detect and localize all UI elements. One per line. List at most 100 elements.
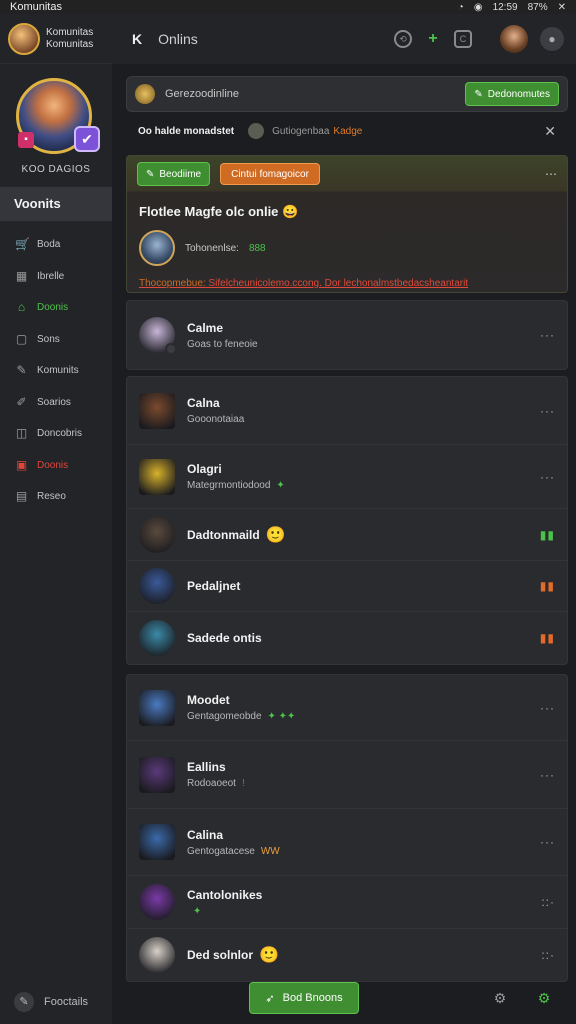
list-item[interactable]: Dadtonmaild 🙂 ▮▮: [127, 509, 567, 561]
more-icon[interactable]: ···: [540, 404, 555, 418]
member-status: Gentogatacese: [187, 845, 255, 857]
more-icon[interactable]: ···: [540, 701, 555, 715]
sidebar-item-label: Boda: [37, 239, 61, 251]
avatar: [139, 620, 175, 656]
top-header: K Onlins ⟲ + C ●: [112, 14, 576, 64]
member-group: Calme Goas to feneoie ···: [126, 300, 568, 370]
list-item[interactable]: Calina Gentogatacese WW ···: [127, 809, 567, 876]
sidebar-item-boda[interactable]: 🛒 Boda: [0, 229, 112, 261]
sidebar-item-soarios[interactable]: ✐ Soarios: [0, 387, 112, 419]
member-name: Calme: [187, 320, 224, 335]
member-name: Eallins: [187, 760, 226, 774]
more-icon[interactable]: ▮▮: [540, 631, 555, 645]
highlight-user-row[interactable]: Tohonenlse: 888: [127, 220, 567, 266]
search-input[interactable]: Gerezoodinline: [165, 88, 465, 100]
list-item[interactable]: Moodet Gentagomeobde ✦ ✦✦ ···: [127, 675, 567, 741]
more-icon[interactable]: ::·: [541, 895, 555, 909]
action-button[interactable]: Cintui fomagoicor: [220, 163, 320, 185]
highlight-link[interactable]: Thocopmebue: Sifelcheunicolemo.ccong. Do…: [127, 266, 567, 289]
avatar: [139, 230, 175, 266]
notice-handle[interactable]: Gutiogenbaa: [272, 126, 329, 137]
page-title: Onlins: [158, 31, 198, 47]
sidebar-item-label: Reseo: [37, 491, 66, 503]
settings-icon[interactable]: ⚙: [536, 990, 552, 1006]
avatar: [139, 568, 175, 604]
list-item[interactable]: Olagri Mategrmontiodood ✦ ···: [127, 445, 567, 509]
avatar[interactable]: [8, 22, 40, 55]
highlight-card: ✎ Beodiime Cintui fomagoicor ⋯ Flotlee M…: [126, 155, 568, 293]
wifi-icon: ◔: [457, 1, 464, 13]
member-tag: WW: [260, 845, 280, 857]
sidebar-item-label: Doonis: [37, 459, 69, 471]
member-group: Moodet Gentagomeobde ✦ ✦✦ ··· Eallins Rodoaoe…: [126, 674, 568, 982]
avatar: [139, 516, 175, 553]
list-item[interactable]: Cantolonikes ✦::·: [127, 876, 567, 929]
sidebar-item-sons[interactable]: ▢ Sons: [0, 324, 112, 356]
close-icon[interactable]: ✕: [558, 2, 566, 13]
photo-icon: ◫: [15, 426, 28, 441]
member-status: Gooonotaiaa: [187, 414, 245, 425]
avatar: [139, 824, 175, 860]
list-item[interactable]: Pedaljnet ▮▮: [127, 561, 567, 612]
sidebar-item-ibrelle[interactable]: ▦ Ibrelle: [0, 261, 112, 293]
edit-button[interactable]: ✎ Beodiime: [137, 162, 211, 186]
profile-sub: Komunitas: [46, 38, 94, 50]
sidebar-item-komunits[interactable]: ✎ Komunits: [0, 355, 112, 387]
member-name: Calina: [187, 827, 224, 842]
avatar: [139, 756, 175, 793]
avatar: [139, 884, 175, 920]
more-icon[interactable]: ···: [540, 768, 555, 782]
gear-icon[interactable]: ⚙: [492, 990, 508, 1006]
sidebar-heading[interactable]: Voonits: [0, 187, 112, 221]
community-icon: ⌂: [17, 300, 26, 315]
member-tag: ✦: [193, 905, 202, 917]
app-root: Komunitas ◔ ◉ 12:59 87% ✕ Komunitas Komu…: [0, 0, 576, 1024]
more-icon[interactable]: ▮▮: [540, 579, 555, 593]
sidebar-profile[interactable]: Komunitas Komunitas: [0, 14, 112, 64]
status-time: 12:59: [492, 1, 518, 13]
add-button[interactable]: ✎ Dedonomutes: [465, 82, 559, 106]
status-icons: ◔ ◉ 12:59 87% ✕: [458, 2, 566, 13]
sidebar-item-label: Sons: [37, 333, 60, 345]
more-icon[interactable]: ⋯: [545, 167, 557, 181]
user-avatar[interactable]: ▪ ✔: [16, 78, 100, 158]
notice-tag[interactable]: Kadge: [333, 126, 544, 137]
back-icon[interactable]: K: [132, 31, 142, 47]
account-icon[interactable]: ●: [540, 27, 564, 51]
more-icon[interactable]: ···: [540, 470, 555, 484]
avatar[interactable]: [500, 25, 528, 53]
avatar: [248, 123, 265, 139]
list-item[interactable]: Calna Gooonotaiaa ···: [127, 377, 567, 445]
member-status: Mategrmontiodood: [187, 480, 271, 491]
search-bar[interactable]: Gerezoodinline ✎ Dedonomutes: [126, 76, 568, 112]
sidebar-item-doonis[interactable]: ⌂ Doonis: [0, 292, 112, 324]
copy-icon[interactable]: C: [454, 30, 472, 48]
more-icon[interactable]: ▮▮: [540, 528, 555, 542]
member-status: Rodoaoeot: [187, 778, 236, 789]
list-item[interactable]: Ded solnlor 🙂::·: [127, 929, 567, 981]
list-item[interactable]: Calme Goas to feneoie ···: [127, 301, 567, 369]
list-item[interactable]: Sadede ontis ▮▮: [127, 612, 567, 664]
member-name: Dadtonmaild: [187, 527, 260, 542]
more-icon[interactable]: ···: [540, 328, 555, 342]
more-icon[interactable]: ::·: [541, 948, 555, 962]
sidebar-item-reseo[interactable]: ▤ Reseo: [0, 481, 112, 513]
sidebar-item-label: Doncobris: [37, 428, 83, 440]
sidebar-item-label: Doonis: [37, 302, 69, 314]
emoji-icon: 😀: [282, 204, 299, 219]
sidebar-item-doonis-alert[interactable]: ▣ Doonis: [0, 450, 112, 482]
sidebar-item-doncobris[interactable]: ◫ Doncobris: [0, 418, 112, 450]
avatar: [139, 937, 175, 973]
list-icon: ▤: [15, 489, 28, 504]
list-item[interactable]: Eallins Rodoaoeot! ···: [127, 741, 567, 809]
refresh-icon[interactable]: ⟲: [394, 30, 412, 48]
sidebar-item-label: Komunits: [37, 365, 79, 377]
sidebar-footer[interactable]: ✎ Fooctails: [14, 992, 88, 1012]
primary-button[interactable]: ➶ Bod Bnoons: [249, 982, 359, 1014]
close-icon[interactable]: ✕: [544, 123, 556, 140]
footer-label: Fooctails: [44, 996, 89, 1008]
add-icon[interactable]: +: [424, 30, 442, 48]
settings-icon: ✎: [14, 992, 34, 1012]
alarm-icon: ◉: [473, 1, 483, 13]
more-icon[interactable]: ···: [540, 835, 555, 849]
